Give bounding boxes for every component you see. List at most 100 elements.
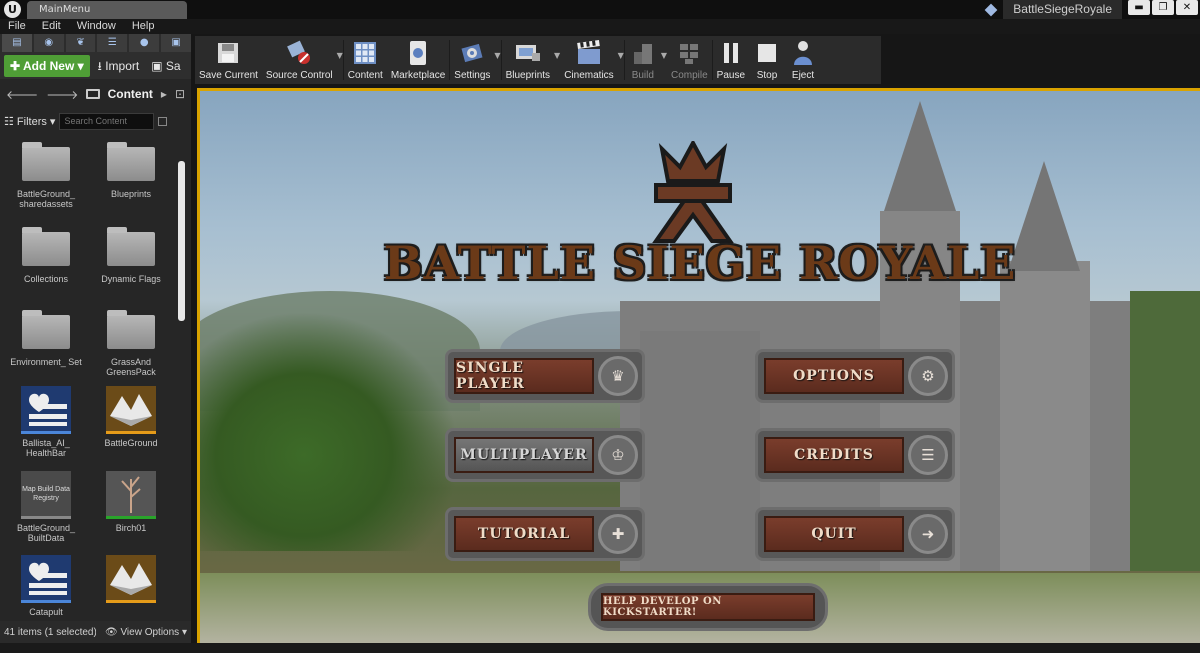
status-bar: 41 items (1 selected) 👁 View Options ▾ xyxy=(0,621,191,643)
forest-right xyxy=(1130,291,1200,571)
content-button[interactable]: Content xyxy=(344,36,387,84)
save-current-button[interactable]: Save Current xyxy=(195,36,262,84)
maximize-button[interactable]: ❐ xyxy=(1152,0,1174,15)
tool-label: Settings xyxy=(454,70,491,81)
exit-door-icon: ➜ xyxy=(908,514,948,554)
game-scene: BATTLE SIEGE ROYALE SINGLE PLAYER ♛ OPTI… xyxy=(200,91,1200,643)
level-icon xyxy=(106,386,156,434)
blueprints-button[interactable]: Blueprints xyxy=(502,36,554,84)
tutorial-button[interactable]: TUTORIAL ✚ xyxy=(445,507,645,561)
content-browser-panel: ▤ ◉ ❦ ☰ ● ▣ ✚ Add New ▾ ⭳ Import ▣ Sa 🡐 … xyxy=(0,34,191,643)
folder-icon xyxy=(107,142,155,181)
back-arrow-icon[interactable]: 🡐 xyxy=(6,87,38,102)
options-button[interactable]: OPTIONS ⚙ xyxy=(755,349,955,403)
project-icon xyxy=(984,3,998,16)
asset-item[interactable]: Dynamic Flags xyxy=(91,226,171,284)
crown-icon: ♛ xyxy=(598,356,638,396)
settings-button[interactable]: Settings xyxy=(450,36,494,84)
modes-tab-icon[interactable]: ▤ xyxy=(2,34,32,52)
document-tab[interactable]: MainMenu xyxy=(27,1,187,19)
menu-file[interactable]: File xyxy=(0,19,34,34)
forward-arrow-icon[interactable]: 🡒 xyxy=(46,87,78,102)
asset-item[interactable]: Birch01 xyxy=(91,471,171,533)
cinematics-button[interactable]: Cinematics xyxy=(560,36,617,84)
asset-item[interactable] xyxy=(91,555,171,607)
menu-window[interactable]: Window xyxy=(69,19,124,34)
asset-label: BattleGround xyxy=(104,438,158,448)
pause-button[interactable]: Pause xyxy=(713,36,749,84)
multiplayer-button[interactable]: MULTIPLAYER ♔ xyxy=(445,428,645,482)
filters-label: Filters xyxy=(16,115,47,128)
asset-item[interactable]: Map Build Data Registry BattleGround_ Bu… xyxy=(6,471,86,543)
import-button[interactable]: ⭳ Import xyxy=(94,55,144,77)
source-control-icon xyxy=(285,39,313,67)
asset-item[interactable]: GrassAnd GreensPack xyxy=(91,309,171,377)
marketplace-button[interactable]: Marketplace xyxy=(387,36,449,84)
save-search-icon[interactable] xyxy=(158,116,168,126)
add-new-label: Add New xyxy=(22,58,75,73)
build-button[interactable]: Build xyxy=(625,36,661,84)
filters-button[interactable]: ☷ Filters ▾ xyxy=(4,115,55,128)
minimize-button[interactable]: ▬ xyxy=(1128,0,1150,15)
asset-label: Environment_ Set xyxy=(10,357,82,367)
tool-label: Content xyxy=(347,70,383,81)
folder-icon xyxy=(107,227,155,266)
asset-label: Blueprints xyxy=(110,189,152,199)
tool-label: Eject xyxy=(791,70,815,81)
compile-button[interactable]: Compile xyxy=(667,36,712,84)
settings-icon xyxy=(458,39,486,67)
menu-help[interactable]: Help xyxy=(124,19,163,34)
tool-label: Compile xyxy=(670,70,708,81)
asset-item[interactable]: Ballista_AI_ HealthBar xyxy=(6,386,86,458)
level-editor-area: Save Current Source Control ▼ Content Ma… xyxy=(191,34,1200,643)
view-options-button[interactable]: 👁 View Options ▾ xyxy=(105,627,187,638)
credits-button[interactable]: CREDITS ☰ xyxy=(755,428,955,482)
globe-tab-icon[interactable]: ● xyxy=(129,34,160,52)
search-content-input[interactable] xyxy=(59,112,155,130)
asset-item[interactable]: Environment_ Set xyxy=(6,309,86,367)
asset-item[interactable]: Catapult xyxy=(6,555,86,617)
search-tab-icon[interactable]: ◉ xyxy=(33,34,64,52)
close-button[interactable]: ✕ xyxy=(1176,0,1198,15)
tutorial-label: TUTORIAL xyxy=(454,516,594,552)
filter-bar: ☷ Filters ▾ xyxy=(0,109,191,133)
tool-label: Stop xyxy=(756,70,778,81)
save-icon: ▣ xyxy=(151,58,166,73)
tool-label: Save Current xyxy=(199,70,258,81)
path-chevron-icon[interactable]: ▸ xyxy=(161,87,167,101)
kickstarter-button[interactable]: HELP DEVELOP ON KICKSTARTER! xyxy=(588,583,828,631)
window-controls: ▬ ❐ ✕ xyxy=(1128,0,1198,15)
quit-button[interactable]: QUIT ➜ xyxy=(755,507,955,561)
eject-button[interactable]: Eject xyxy=(785,36,821,84)
filter-icon: ☷ xyxy=(4,115,17,128)
asset-scrollbar[interactable] xyxy=(178,161,185,321)
stop-button[interactable]: Stop xyxy=(749,36,785,84)
save-all-button[interactable]: ▣ Sa xyxy=(147,55,184,77)
content-toolbar: ✚ Add New ▾ ⭳ Import ▣ Sa xyxy=(0,52,191,79)
asset-label: Ballista_AI_ HealthBar xyxy=(22,438,70,458)
lock-icon[interactable]: ⊡ xyxy=(175,87,185,101)
panel-tabs: ▤ ◉ ❦ ☰ ● ▣ xyxy=(0,34,191,52)
source-control-button[interactable]: Source Control xyxy=(262,36,337,84)
castle-tower xyxy=(640,331,760,571)
birch-mesh-icon xyxy=(106,471,156,519)
path-bar: 🡐 🡒 Content ▸ ⊡ xyxy=(0,79,191,109)
game-viewport[interactable]: BATTLE SIEGE ROYALE SINGLE PLAYER ♛ OPTI… xyxy=(197,88,1200,643)
asset-item[interactable]: BattleGround_ sharedassets xyxy=(6,141,86,209)
crown-logo-icon xyxy=(652,141,734,243)
credits-label: CREDITS xyxy=(764,437,904,473)
document-tab-icon[interactable]: ▣ xyxy=(161,34,191,52)
add-new-button[interactable]: ✚ Add New ▾ xyxy=(4,54,90,77)
path-content[interactable]: Content xyxy=(108,87,153,101)
list-tab-icon[interactable]: ☰ xyxy=(97,34,128,52)
multi-crown-icon: ♔ xyxy=(598,435,638,475)
menu-edit[interactable]: Edit xyxy=(34,19,69,34)
tool-label: Marketplace xyxy=(390,70,446,81)
asset-item[interactable]: Collections xyxy=(6,226,86,284)
save-all-label: Sa xyxy=(165,58,181,73)
eject-icon xyxy=(789,39,817,67)
single-player-button[interactable]: SINGLE PLAYER ♛ xyxy=(445,349,645,403)
asset-item[interactable]: BattleGround xyxy=(91,386,171,448)
foliage-tab-icon[interactable]: ❦ xyxy=(65,34,96,52)
asset-item[interactable]: Blueprints xyxy=(91,141,171,199)
